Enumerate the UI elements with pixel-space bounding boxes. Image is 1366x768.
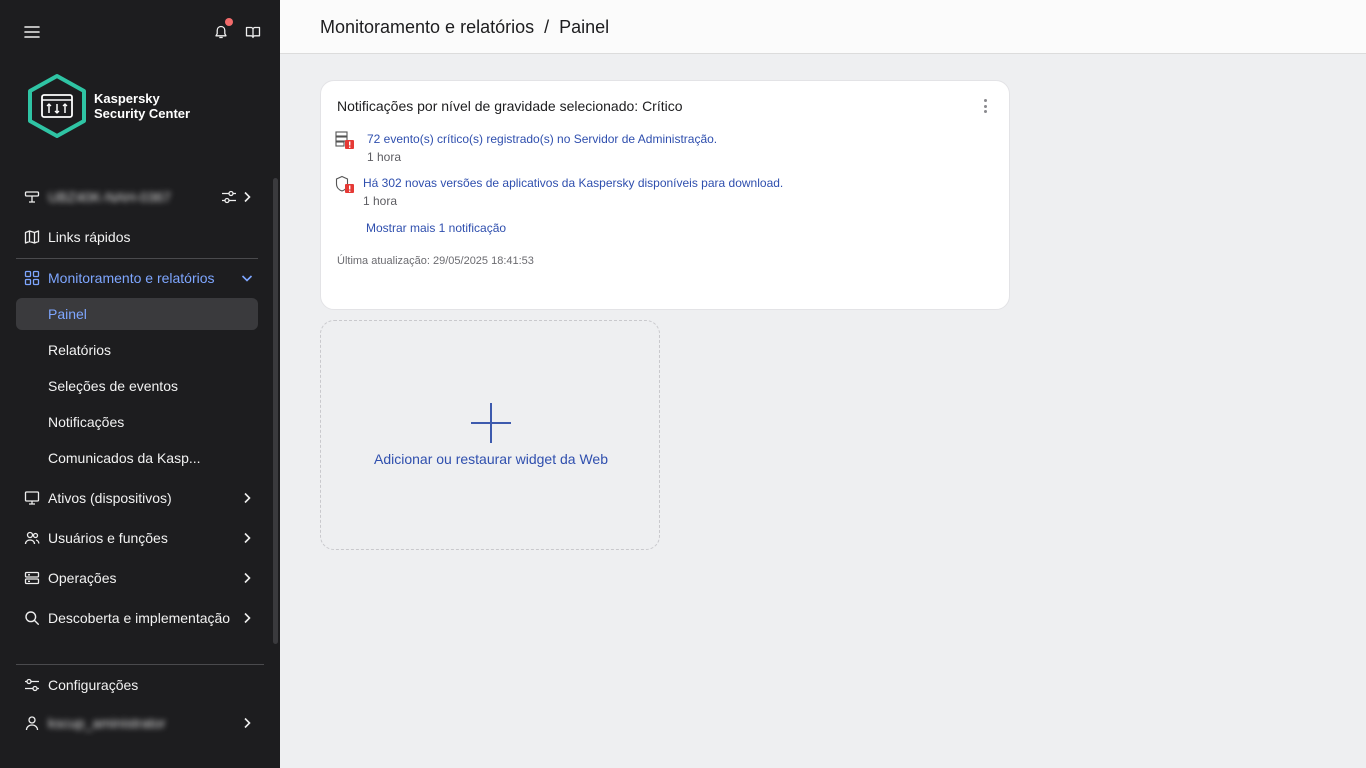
user-icon	[24, 715, 40, 731]
chevron-right-icon	[240, 571, 254, 585]
notifications-widget: Notificações por nível de gravidade sele…	[320, 80, 1010, 310]
sidebar-item-label: Monitoramento e relatórios	[48, 270, 215, 286]
sidebar-item-label: Usuários e funções	[48, 530, 168, 546]
sidebar: Kaspersky Security Center UBZ40K-NAH-036…	[0, 0, 280, 768]
users-icon	[24, 530, 40, 546]
chevron-right-icon	[240, 190, 254, 204]
map-icon	[24, 229, 40, 245]
more-options-icon[interactable]	[981, 97, 989, 115]
chevron-right-icon	[240, 716, 254, 730]
menu-icon[interactable]	[20, 20, 44, 44]
sidebar-subitem-label: Painel	[48, 306, 87, 322]
server-name: UBZ40K-NAH-0367	[48, 189, 171, 205]
sidebar-subitem-announcements[interactable]: Comunicados da Kasp...	[16, 442, 258, 474]
sidebar-divider	[16, 258, 258, 259]
chevron-right-icon	[240, 491, 254, 505]
breadcrumb-separator: /	[544, 17, 550, 37]
notification-time: 1 hora	[367, 150, 402, 164]
sidebar-subitem-label: Relatórios	[48, 342, 112, 358]
shield-alert-icon	[335, 175, 355, 195]
sidebar-item-label: Links rápidos	[48, 229, 131, 245]
chevron-down-icon	[240, 271, 254, 285]
sidebar-scrollbar[interactable]	[273, 178, 278, 644]
sidebar-item-users[interactable]: Usuários e funções	[0, 522, 272, 554]
filter-settings-icon[interactable]	[220, 188, 238, 206]
sidebar-item-operations[interactable]: Operações	[0, 562, 272, 594]
notification-item: 72 evento(s) crítico(s) registrado(s) no…	[335, 131, 995, 167]
sidebar-item-quick-links[interactable]: Links rápidos	[0, 221, 272, 253]
breadcrumb: Monitoramento e relatórios / Painel	[320, 17, 609, 38]
widget-title: Notificações por nível de gravidade sele…	[337, 98, 683, 114]
sidebar-item-label: Ativos (dispositivos)	[48, 490, 172, 506]
notification-link[interactable]: Há 302 novas versões de aplicativos da K…	[363, 176, 783, 190]
notification-link[interactable]: 72 evento(s) crítico(s) registrado(s) no…	[367, 132, 717, 146]
sidebar-subitem-reports[interactable]: Relatórios	[16, 334, 258, 366]
server-node-icon	[24, 189, 40, 205]
show-more-link[interactable]: Mostrar mais 1 notificação	[366, 221, 506, 235]
logo-line-2: Security Center	[94, 106, 191, 121]
sidebar-item-label: Descoberta e implementação	[48, 610, 231, 626]
add-widget-label: Adicionar ou restaurar widget da Web	[374, 451, 608, 467]
server-selector[interactable]: UBZ40K-NAH-0367	[0, 181, 272, 213]
sidebar-subitem-dashboard[interactable]: Painel	[16, 298, 258, 330]
sidebar-item-label: Configurações	[48, 677, 139, 693]
sidebar-subitem-notifications[interactable]: Notificações	[16, 406, 258, 438]
sidebar-subitem-label: Comunicados da Kasp...	[48, 450, 201, 466]
sidebar-item-user[interactable]: kscup_aministrator	[0, 707, 272, 739]
add-widget-card[interactable]: Adicionar ou restaurar widget da Web	[320, 320, 660, 550]
logo-line-1: Kaspersky	[94, 91, 160, 106]
sidebar-subitem-label: Seleções de eventos	[48, 378, 178, 394]
monitor-icon	[24, 490, 40, 506]
breadcrumb-section[interactable]: Monitoramento e relatórios	[320, 17, 534, 37]
last-updated-text: Última atualização: 29/05/2025 18:41:53	[337, 255, 534, 267]
page-header: Monitoramento e relatórios / Painel	[280, 0, 1366, 54]
sidebar-item-label: Operações	[48, 570, 117, 586]
plus-icon	[471, 403, 511, 443]
sidebar-item-monitoring[interactable]: Monitoramento e relatórios	[0, 262, 272, 294]
settings-sliders-icon	[24, 677, 40, 693]
dashboard-icon	[24, 270, 40, 286]
server-alert-icon	[335, 131, 355, 151]
sidebar-top-bar	[0, 18, 280, 44]
chevron-right-icon	[240, 531, 254, 545]
sidebar-item-settings[interactable]: Configurações	[0, 669, 272, 701]
notification-dot	[225, 18, 233, 26]
logo-text: Kaspersky Security Center	[94, 91, 190, 121]
sidebar-divider	[16, 664, 264, 665]
breadcrumb-current-page: Painel	[559, 17, 610, 37]
sidebar-subitem-label: Notificações	[48, 414, 125, 430]
kaspersky-logo: Kaspersky Security Center	[26, 73, 226, 139]
chevron-right-icon	[240, 611, 254, 625]
sidebar-subitem-event-selections[interactable]: Seleções de eventos	[16, 370, 258, 402]
sidebar-item-assets[interactable]: Ativos (dispositivos)	[0, 482, 272, 514]
server-icon	[24, 570, 40, 586]
book-icon[interactable]	[241, 20, 265, 44]
notification-time: 1 hora	[363, 194, 398, 208]
notification-item: Há 302 novas versões de aplicativos da K…	[335, 175, 995, 211]
sidebar-item-discovery[interactable]: Descoberta e implementação	[0, 602, 272, 634]
notifications-bell-icon[interactable]	[209, 18, 233, 44]
search-icon	[24, 610, 40, 626]
user-name: kscup_aministrator	[48, 715, 166, 731]
